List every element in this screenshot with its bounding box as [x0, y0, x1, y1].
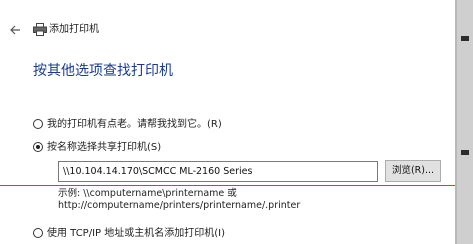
radio-tcpip[interactable]: [33, 228, 43, 238]
background-window-edge: [455, 0, 473, 244]
printer-icon: [33, 23, 47, 36]
option-tcpip-label: 使用 TCP/IP 地址或主机名添加打印机(I): [47, 228, 225, 239]
radio-shared-printer[interactable]: [33, 142, 43, 152]
path-example-line1: 示例: \\computername\printername 或: [58, 188, 237, 199]
browse-button[interactable]: 浏览(R)...: [385, 160, 441, 182]
path-example-line2: http://computername/printers/printername…: [58, 200, 301, 211]
option-shared-printer[interactable]: 按名称选择共享打印机(S): [33, 141, 161, 155]
option-shared-printer-label: 按名称选择共享打印机(S): [47, 142, 162, 153]
shared-printer-path-input[interactable]: \\10.104.14.170\SCMCC ML-2160 Series: [58, 161, 378, 182]
back-arrow-icon[interactable]: [8, 23, 22, 37]
annotation-line: [0, 185, 473, 186]
option-old-printer[interactable]: 我的打印机有点老。请帮我找到它。(R): [33, 118, 222, 132]
window-title: 添加打印机: [49, 24, 99, 35]
radio-old-printer[interactable]: [33, 119, 43, 129]
title-bar: 添加打印机: [0, 20, 455, 44]
option-old-printer-label: 我的打印机有点老。请帮我找到它。(R): [47, 119, 222, 130]
option-tcpip[interactable]: 使用 TCP/IP 地址或主机名添加打印机(I): [33, 227, 225, 241]
path-example: 示例: \\computername\printername 或 http://…: [58, 188, 300, 212]
page-heading: 按其他选项查找打印机: [33, 63, 173, 79]
